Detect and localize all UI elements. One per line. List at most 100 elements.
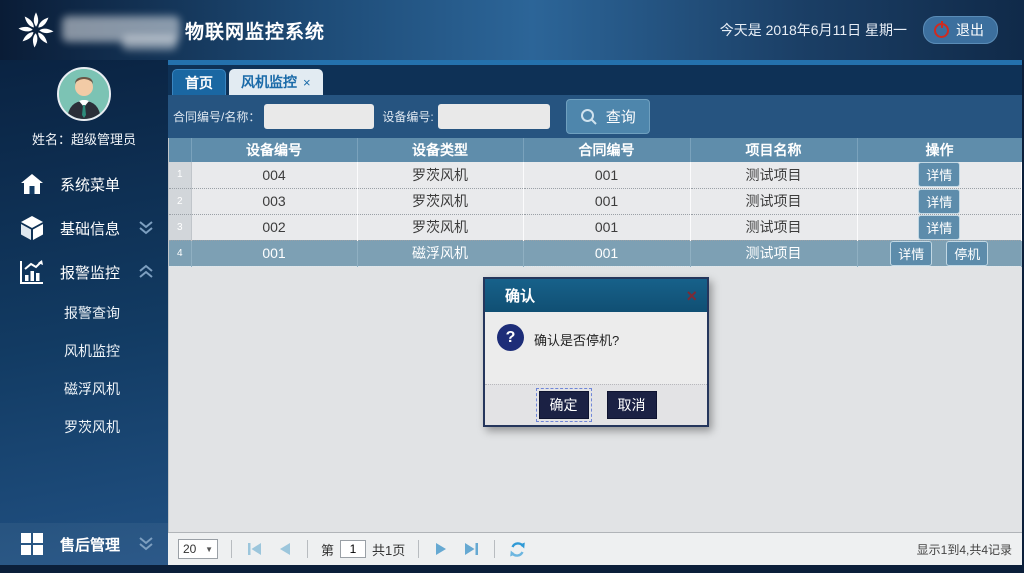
row-number: 4 (169, 240, 191, 266)
record-summary: 显示1到4,共4记录 (917, 541, 1012, 558)
dialog-body: ? 确认是否停机? (485, 312, 707, 384)
detail-button[interactable]: 详情 (918, 162, 960, 187)
tab-bar: 首页 风机监控 × (168, 65, 1022, 95)
sidebar-subitem-alarm-query[interactable]: 报警查询 (0, 294, 168, 332)
contract-label: 合同编号/名称： (173, 108, 260, 125)
dialog-close-icon[interactable]: × (686, 287, 697, 305)
row-number: 3 (169, 214, 191, 240)
col-actions: 操作 (857, 138, 1022, 162)
query-label: 查询 (606, 106, 636, 127)
cancel-button[interactable]: 取消 (607, 391, 657, 419)
detail-button[interactable]: 详情 (918, 189, 960, 214)
cell-project: 测试项目 (690, 240, 857, 266)
sidebar-subitem-fan-monitor[interactable]: 风机监控 (0, 332, 168, 370)
user-name-label: 姓名：超级管理员 (0, 129, 168, 148)
cell-device-no: 001 (191, 240, 357, 266)
cell-contract-no: 001 (523, 162, 690, 188)
sidebar: 姓名：超级管理员 系统菜单 (0, 60, 168, 565)
page-size-value: 20 (183, 542, 196, 556)
cell-device-type: 罗茨风机 (357, 214, 523, 240)
prev-page-button[interactable] (276, 540, 294, 558)
cell-contract-no: 001 (523, 240, 690, 266)
page-suffix-label: 共1页 (372, 540, 405, 559)
sidebar-item-system-menu[interactable]: 系统菜单 (0, 162, 168, 206)
cell-device-type: 罗茨风机 (357, 188, 523, 214)
cell-actions: 详情 (857, 162, 1022, 188)
app-window: 物联网监控系统 今天是 2018年6月11日 星期一 退出 姓名：超 (0, 0, 1024, 573)
device-label: 设备编号: (382, 108, 433, 125)
device-table: 设备编号 设备类型 合同编号 项目名称 操作 1 004 罗茨风机 001 测试… (169, 138, 1022, 267)
detail-button[interactable]: 详情 (918, 215, 960, 240)
device-input[interactable] (438, 104, 550, 129)
tab-fan-monitor[interactable]: 风机监控 × (229, 69, 323, 95)
dialog-titlebar: 确认 × (485, 279, 707, 312)
dialog-title: 确认 (505, 285, 535, 306)
first-page-button[interactable] (245, 540, 263, 558)
divider (418, 540, 419, 558)
refresh-icon[interactable] (508, 540, 527, 559)
next-page-button[interactable] (432, 540, 450, 558)
sidebar-item-aftersales[interactable]: 售后管理 (0, 523, 168, 565)
table-row-selected[interactable]: 4 001 磁浮风机 001 测试项目 详情 停机 (169, 240, 1022, 266)
dialog-footer: 确定 取消 (485, 384, 707, 425)
table-row[interactable]: 2 003 罗茨风机 001 测试项目 详情 (169, 188, 1022, 214)
divider (494, 540, 495, 558)
tab-label: 风机监控 (241, 72, 297, 92)
tab-home[interactable]: 首页 (172, 69, 226, 95)
cell-project: 测试项目 (690, 162, 857, 188)
tab-close-icon[interactable]: × (303, 75, 311, 90)
sidebar-subitem-roots-fan[interactable]: 罗茨风机 (0, 408, 168, 446)
cell-contract-no: 001 (523, 214, 690, 240)
page-prefix-label: 第 (321, 540, 334, 559)
row-number: 2 (169, 188, 191, 214)
user-block: 姓名：超级管理员 (0, 60, 168, 148)
page-number-input[interactable] (340, 540, 366, 558)
divider (307, 540, 308, 558)
sidebar-item-label: 售后管理 (60, 534, 136, 555)
cell-device-type: 磁浮风机 (357, 240, 523, 266)
stop-button[interactable]: 停机 (946, 241, 988, 266)
table-row[interactable]: 1 004 罗茨风机 001 测试项目 详情 (169, 162, 1022, 188)
avatar (57, 67, 111, 121)
confirm-dialog: 确认 × ? 确认是否停机? 确定 取消 (483, 277, 709, 427)
col-row-number (169, 138, 191, 162)
cell-contract-no: 001 (523, 188, 690, 214)
table-row[interactable]: 3 002 罗茨风机 001 测试项目 详情 (169, 214, 1022, 240)
sidebar-item-label: 系统菜单 (60, 174, 156, 195)
pagination-bar: 20 ▼ 第 共1页 (168, 532, 1022, 565)
chart-icon (16, 259, 48, 285)
header-right: 今天是 2018年6月11日 星期一 退出 (720, 0, 998, 60)
sidebar-item-alarm-monitor[interactable]: 报警监控 (0, 250, 168, 294)
cell-device-no: 002 (191, 214, 357, 240)
sidebar-subitem-maglev-fan[interactable]: 磁浮风机 (0, 370, 168, 408)
dialog-message: 确认是否停机? (534, 324, 619, 349)
cell-actions: 详情 (857, 188, 1022, 214)
col-project: 项目名称 (690, 138, 857, 162)
sidebar-item-label: 基础信息 (60, 218, 136, 239)
ok-button[interactable]: 确定 (539, 391, 589, 419)
logout-button[interactable]: 退出 (923, 16, 998, 44)
search-bar: 合同编号/名称： 设备编号: 查询 (168, 95, 1022, 138)
logout-label: 退出 (956, 20, 984, 40)
question-icon: ? (497, 324, 524, 351)
sidebar-item-basic-info[interactable]: 基础信息 (0, 206, 168, 250)
divider (231, 540, 232, 558)
search-icon (580, 108, 598, 126)
page-size-select[interactable]: 20 ▼ (178, 539, 218, 559)
cell-device-no: 003 (191, 188, 357, 214)
cell-device-type: 罗茨风机 (357, 162, 523, 188)
query-button[interactable]: 查询 (566, 99, 650, 134)
chevron-down-icon: ▼ (205, 545, 213, 554)
cell-device-no: 004 (191, 162, 357, 188)
cell-actions: 详情 停机 (857, 240, 1022, 266)
chevron-down-icon (136, 536, 156, 552)
date-text: 今天是 2018年6月11日 星期一 (720, 20, 907, 40)
app-header: 物联网监控系统 今天是 2018年6月11日 星期一 退出 (0, 0, 1024, 60)
last-page-button[interactable] (463, 540, 481, 558)
detail-button[interactable]: 详情 (890, 241, 932, 266)
cell-project: 测试项目 (690, 214, 857, 240)
col-contract-no: 合同编号 (523, 138, 690, 162)
home-icon (16, 172, 48, 196)
cell-project: 测试项目 (690, 188, 857, 214)
contract-input[interactable] (264, 104, 374, 129)
